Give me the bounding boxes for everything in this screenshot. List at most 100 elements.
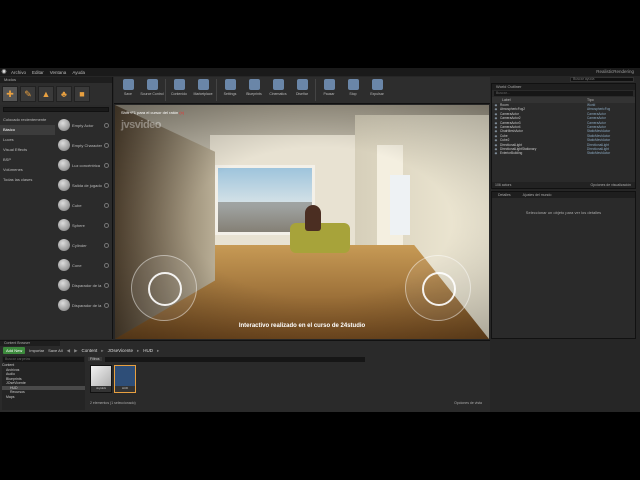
asset-search-input[interactable] xyxy=(104,356,365,362)
help-icon[interactable] xyxy=(104,202,109,208)
source-control-button[interactable]: Source Control xyxy=(140,77,164,103)
menubar: ◉ Archivo Editar Ventana Ayuda Realistic… xyxy=(0,68,640,76)
hint-text: Shift+F1 para el cursor del ratón xyxy=(121,110,179,115)
help-icon[interactable] xyxy=(104,302,109,308)
category-lights[interactable]: Luces xyxy=(0,135,55,145)
folder-search-input[interactable]: Buscar carpetas xyxy=(3,357,84,362)
category-all-classes[interactable]: Todas las clases xyxy=(0,175,55,185)
breadcrumb-josevicente[interactable]: JOseVicente xyxy=(108,348,133,353)
blueprints-button[interactable]: Blueprints xyxy=(242,77,266,103)
actor-sphere-icon xyxy=(58,119,70,131)
settings-button[interactable]: Settings xyxy=(218,77,242,103)
source-control-icon xyxy=(146,79,158,90)
menu-edit[interactable]: Editar xyxy=(29,70,47,75)
help-icon[interactable] xyxy=(104,122,109,128)
foliage-mode-icon[interactable]: ♣ xyxy=(56,86,72,102)
paint-mode-icon[interactable]: ✎ xyxy=(20,86,36,102)
help-icon[interactable] xyxy=(104,182,109,188)
stop-button[interactable]: Stop xyxy=(341,77,365,103)
content-button[interactable]: Contenido xyxy=(167,77,191,103)
menu-window[interactable]: Ventana xyxy=(47,70,70,75)
tab-details[interactable]: Detalles xyxy=(492,192,517,198)
menu-help[interactable]: Ayuda xyxy=(69,70,88,75)
details-panel: Detalles Ajustes del mundo Seleccionar u… xyxy=(491,191,636,339)
place-mode-icon[interactable]: ✚ xyxy=(2,86,18,102)
tab-world-settings[interactable]: Ajustes del mundo xyxy=(517,192,558,198)
light-icon xyxy=(58,159,70,171)
actor-item[interactable]: Disparador de la xyxy=(56,275,112,295)
actor-item[interactable]: Luz concéntrica xyxy=(56,155,112,175)
joystick-knob[interactable] xyxy=(148,272,182,306)
marketplace-icon xyxy=(197,79,209,90)
breadcrumb-separator-icon: ▸ xyxy=(137,347,140,353)
actor-item[interactable]: Disparador de la xyxy=(56,295,112,315)
category-bsp[interactable]: BSP xyxy=(0,155,55,165)
right-virtual-joystick[interactable] xyxy=(405,255,471,321)
outliner-search-input[interactable]: Buscar... xyxy=(494,91,633,96)
pause-button[interactable]: Pausar xyxy=(317,77,341,103)
actor-item[interactable]: Empty Character xyxy=(56,135,112,155)
filters-button[interactable]: Filtros xyxy=(88,357,102,361)
texture-thumbnail xyxy=(91,366,111,386)
help-icon[interactable] xyxy=(104,142,109,148)
pause-icon xyxy=(323,79,335,90)
joystick-knob[interactable] xyxy=(422,272,456,306)
asset-tile[interactable]: Joystick xyxy=(90,365,112,393)
actor-label: Disparador de la xyxy=(72,302,102,308)
landscape-mode-icon[interactable]: ▲ xyxy=(38,86,54,102)
video-caption: Interactivo realizado en el curso de 24s… xyxy=(238,323,366,329)
actor-item[interactable]: Sphere xyxy=(56,215,112,235)
actor-item[interactable]: Cylinder xyxy=(56,235,112,255)
outliner-row[interactable]: ◉ ExteriorBuilding StaticMeshActor xyxy=(492,151,635,155)
actor-label: Sphere xyxy=(72,222,85,228)
breadcrumb-separator-icon: ▸ xyxy=(157,347,160,353)
actor-item[interactable]: Cone xyxy=(56,255,112,275)
help-icon[interactable] xyxy=(104,262,109,268)
actor-label: Cone xyxy=(72,262,82,268)
visibility-eye-icon[interactable]: ◉ xyxy=(492,151,500,155)
geometry-mode-icon[interactable]: ■ xyxy=(74,86,90,102)
help-icon[interactable] xyxy=(104,162,109,168)
left-virtual-joystick[interactable] xyxy=(131,255,197,321)
import-button[interactable]: Importar xyxy=(29,348,44,353)
menu-file[interactable]: Archivo xyxy=(8,70,29,75)
help-search-input[interactable]: Buscar ayuda xyxy=(570,77,634,82)
breadcrumb-hud[interactable]: HUD xyxy=(143,348,153,353)
eject-button[interactable]: Expulsar xyxy=(365,77,389,103)
outliner-rows: ◉ Room World ◉ AtmosphericFog2 AtmosphericFog… xyxy=(492,103,635,156)
game-viewport[interactable]: Shift+F1 para el cursor del ratón (x) jv… xyxy=(115,105,489,339)
view-options-button[interactable]: Opciones de vista xyxy=(454,401,482,405)
asset-count-status: 2 elementos (1 seleccionado) xyxy=(90,401,136,405)
actor-sphere-icon xyxy=(58,139,70,151)
marketplace-button[interactable]: Marketplace xyxy=(191,77,215,103)
help-icon[interactable] xyxy=(104,282,109,288)
folder-item[interactable]: Maps xyxy=(2,395,85,400)
search-classes-input[interactable] xyxy=(3,107,109,112)
category-recent[interactable]: Colocado recientemente xyxy=(0,115,55,125)
breadcrumb-separator-icon: ▸ xyxy=(101,347,104,353)
eject-icon xyxy=(371,79,383,90)
asset-name: Joystick xyxy=(96,386,106,390)
actor-item[interactable]: Salida de jugado xyxy=(56,175,112,195)
help-icon[interactable] xyxy=(104,242,109,248)
help-icon[interactable] xyxy=(104,222,109,228)
category-visual-effects[interactable]: Visual Effects xyxy=(0,145,55,155)
breadcrumb-content[interactable]: Content xyxy=(82,348,98,353)
stop-icon xyxy=(347,79,359,90)
category-volumes[interactable]: Volúmenes xyxy=(0,165,55,175)
add-new-button[interactable]: Add New xyxy=(3,347,26,354)
actor-item[interactable]: Cube xyxy=(56,195,112,215)
actor-label: Cube xyxy=(72,202,82,208)
save-all-button[interactable]: Save All xyxy=(48,348,62,353)
view-options-button[interactable]: Opciones de visualización xyxy=(591,182,631,188)
cinematics-button[interactable]: Cinematics xyxy=(266,77,290,103)
nav-forward-icon[interactable]: ▶ xyxy=(74,348,77,354)
save-button[interactable]: Save xyxy=(116,77,140,103)
nav-back-icon[interactable]: ◀ xyxy=(67,348,70,354)
actor-item[interactable]: Empty Actor xyxy=(56,115,112,135)
asset-tile-selected[interactable]: HUD xyxy=(114,365,136,393)
outliner-tab[interactable]: World Outliner xyxy=(492,84,635,90)
build-button[interactable]: Diseñar xyxy=(290,77,314,103)
actor-count: 106 actors xyxy=(495,183,512,187)
category-basic[interactable]: Básico xyxy=(0,125,55,135)
